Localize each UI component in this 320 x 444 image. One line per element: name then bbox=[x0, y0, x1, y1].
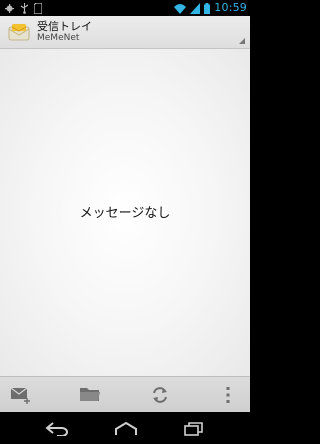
compose-button[interactable] bbox=[10, 386, 32, 408]
recent-apps-icon bbox=[184, 422, 203, 436]
folder-title[interactable]: 受信トレイ bbox=[37, 20, 92, 33]
signal-icon bbox=[190, 2, 201, 14]
refresh-button[interactable] bbox=[151, 386, 169, 408]
overflow-menu-button[interactable] bbox=[225, 386, 231, 408]
folder-icon bbox=[80, 388, 100, 401]
navigation-bar bbox=[0, 412, 250, 444]
folders-button[interactable] bbox=[79, 386, 101, 406]
status-clock: 10:59 bbox=[214, 1, 247, 14]
refresh-icon bbox=[153, 387, 167, 403]
action-bar[interactable]: 受信トレイ MeMeNet bbox=[0, 16, 250, 49]
usb-icon bbox=[20, 3, 29, 14]
home-button[interactable] bbox=[114, 421, 138, 440]
sd-card-icon bbox=[34, 2, 42, 14]
mail-app-icon[interactable] bbox=[8, 24, 30, 41]
spinner-caret-icon[interactable] bbox=[239, 38, 245, 44]
back-button[interactable] bbox=[45, 421, 69, 440]
battery-icon bbox=[204, 2, 211, 14]
empty-message: メッセージなし bbox=[79, 206, 171, 221]
account-name[interactable]: MeMeNet bbox=[37, 33, 79, 44]
home-icon bbox=[115, 421, 137, 435]
overflow-menu-icon bbox=[226, 387, 230, 403]
bottom-toolbar bbox=[0, 376, 250, 413]
status-bar: 10:59 bbox=[0, 0, 250, 16]
message-list: メッセージなし bbox=[0, 49, 250, 376]
back-icon bbox=[45, 422, 68, 437]
usb-debug-icon bbox=[5, 3, 14, 13]
wifi-icon bbox=[174, 3, 187, 14]
recent-apps-button[interactable] bbox=[184, 421, 204, 440]
compose-mail-icon bbox=[10, 387, 30, 404]
